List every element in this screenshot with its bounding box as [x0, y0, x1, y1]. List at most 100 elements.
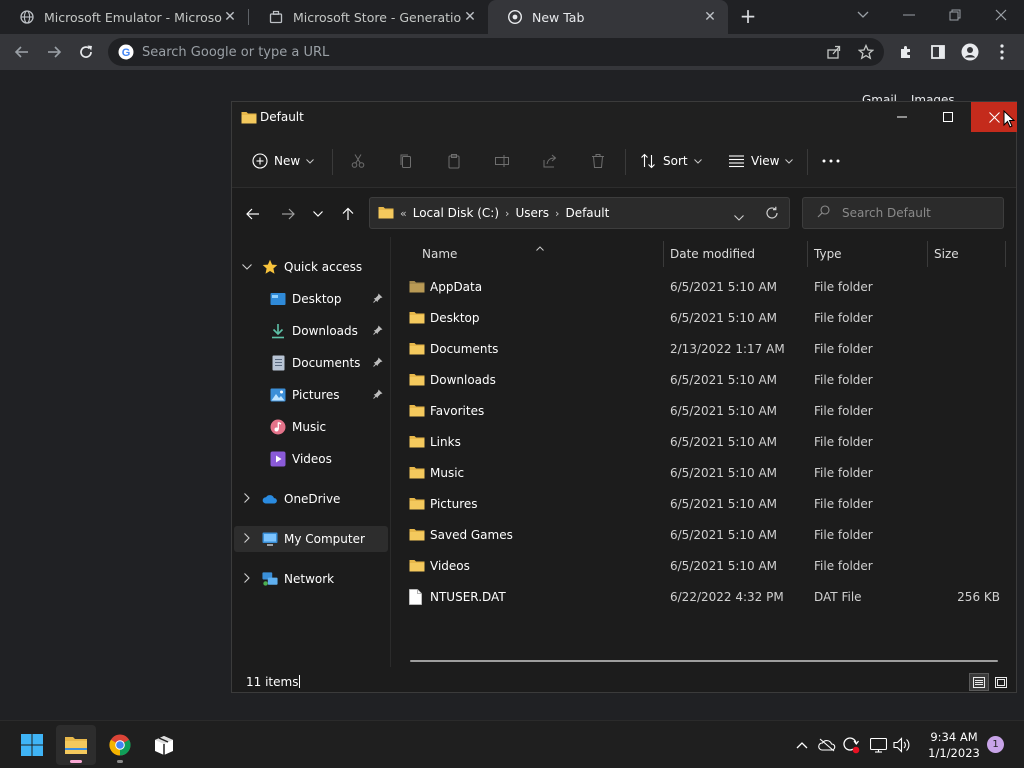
- nav-item-my-computer[interactable]: My Computer: [234, 526, 388, 552]
- taskbar-chrome[interactable]: [100, 725, 140, 765]
- pin-icon[interactable]: [373, 389, 383, 402]
- address-input[interactable]: [142, 44, 782, 60]
- column-divider[interactable]: [663, 241, 664, 267]
- share-icon[interactable]: [824, 42, 844, 62]
- nav-item-desktop[interactable]: Desktop: [232, 286, 390, 312]
- browser-tab-microsoft-emulator[interactable]: Microsoft Emulator - Microsoft St ✕: [0, 0, 248, 34]
- explorer-search-box[interactable]: [802, 197, 1004, 229]
- column-header-date-modified[interactable]: Date modified: [670, 237, 806, 271]
- side-panel-icon[interactable]: [924, 38, 952, 66]
- pin-icon[interactable]: [373, 293, 383, 306]
- reload-icon[interactable]: [72, 38, 100, 66]
- table-row[interactable]: Downloads 6/5/2021 5:10 AM File folder: [391, 365, 1017, 396]
- nav-item-music[interactable]: Music: [232, 414, 390, 440]
- close-window-icon[interactable]: [978, 0, 1024, 30]
- new-button[interactable]: New: [252, 147, 315, 175]
- expand-chevron-icon[interactable]: [241, 572, 253, 586]
- pin-icon[interactable]: [373, 357, 383, 370]
- restore-icon[interactable]: [932, 0, 978, 30]
- explorer-title-bar[interactable]: Default: [232, 102, 1017, 134]
- nav-item-network[interactable]: Network: [232, 566, 390, 592]
- address-history-chevron-icon[interactable]: [734, 210, 744, 224]
- nav-item-quick-access[interactable]: Quick access: [232, 254, 390, 280]
- refresh-icon[interactable]: [765, 206, 779, 223]
- up-arrow-icon[interactable]: [336, 203, 360, 225]
- breadcrumb-chevron-icon[interactable]: ›: [555, 207, 559, 220]
- omnibox[interactable]: G: [108, 38, 884, 66]
- breadcrumb-default[interactable]: Default: [565, 206, 609, 220]
- search-input[interactable]: [842, 206, 1002, 220]
- breadcrumb-users[interactable]: Users: [515, 206, 549, 220]
- minimize-icon[interactable]: [886, 0, 932, 30]
- column-divider[interactable]: [1005, 241, 1006, 267]
- more-options-icon[interactable]: [822, 147, 840, 175]
- forward-arrow-icon[interactable]: [40, 38, 68, 66]
- taskbar-file-explorer[interactable]: [56, 725, 96, 765]
- explorer-minimize-icon[interactable]: [879, 102, 925, 132]
- taskbar-package-app[interactable]: [144, 725, 184, 765]
- table-row[interactable]: AppData 6/5/2021 5:10 AM File folder: [391, 272, 1017, 303]
- column-header-type[interactable]: Type: [814, 237, 926, 271]
- onedrive-offline-icon[interactable]: [817, 735, 837, 755]
- close-tab-icon[interactable]: ✕: [702, 9, 718, 25]
- table-row[interactable]: Music 6/5/2021 5:10 AM File folder: [391, 458, 1017, 489]
- share-icon[interactable]: [539, 150, 561, 172]
- expand-chevron-icon[interactable]: [241, 492, 253, 506]
- sync-error-icon[interactable]: [841, 735, 861, 755]
- rename-icon[interactable]: [491, 150, 513, 172]
- copy-icon[interactable]: [395, 150, 417, 172]
- table-row[interactable]: Links 6/5/2021 5:10 AM File folder: [391, 427, 1017, 458]
- expand-chevron-icon[interactable]: [241, 532, 253, 546]
- taskbar-clock[interactable]: 9:34 AM 1/1/2023: [926, 729, 982, 761]
- profile-avatar-icon[interactable]: [956, 38, 984, 66]
- breadcrumb-chevron-icon[interactable]: ›: [505, 207, 509, 220]
- details-view-icon[interactable]: [969, 673, 989, 691]
- nav-item-pictures[interactable]: Pictures: [232, 382, 390, 408]
- close-tab-icon[interactable]: ✕: [222, 9, 238, 25]
- explorer-back-icon[interactable]: [241, 203, 265, 225]
- recent-locations-chevron-icon[interactable]: [306, 203, 330, 225]
- network-monitor-icon[interactable]: [868, 735, 888, 755]
- cut-icon[interactable]: [347, 150, 369, 172]
- table-row[interactable]: Desktop 6/5/2021 5:10 AM File folder: [391, 303, 1017, 334]
- view-button[interactable]: View: [728, 147, 794, 175]
- expand-chevron-icon[interactable]: [241, 262, 253, 273]
- close-tab-icon[interactable]: ✕: [462, 9, 478, 25]
- chrome-menu-icon[interactable]: [988, 38, 1016, 66]
- address-breadcrumb[interactable]: « Local Disk (C:) › Users › Default: [369, 197, 790, 229]
- table-row[interactable]: Favorites 6/5/2021 5:10 AM File folder: [391, 396, 1017, 427]
- breadcrumb-local-disk[interactable]: Local Disk (C:): [413, 206, 499, 220]
- horizontal-scrollbar[interactable]: [410, 660, 998, 662]
- delete-trash-icon[interactable]: [587, 150, 609, 172]
- table-row[interactable]: Videos 6/5/2021 5:10 AM File folder: [391, 551, 1017, 582]
- table-row[interactable]: Documents 2/13/2022 1:17 AM File folder: [391, 334, 1017, 365]
- nav-item-documents[interactable]: Documents: [232, 350, 390, 376]
- notification-badge[interactable]: 1: [987, 736, 1004, 753]
- nav-item-onedrive[interactable]: OneDrive: [232, 486, 390, 512]
- start-button[interactable]: [12, 725, 52, 765]
- column-header-name[interactable]: Name: [422, 237, 662, 271]
- pin-icon[interactable]: [373, 325, 383, 338]
- table-row[interactable]: Saved Games 6/5/2021 5:10 AM File folder: [391, 520, 1017, 551]
- show-hidden-icons-chevron-icon[interactable]: [792, 735, 812, 755]
- nav-item-videos[interactable]: Videos: [232, 446, 390, 472]
- column-divider[interactable]: [927, 241, 928, 267]
- explorer-maximize-icon[interactable]: [925, 102, 971, 132]
- table-row[interactable]: Pictures 6/5/2021 5:10 AM File folder: [391, 489, 1017, 520]
- overflow-chevrons[interactable]: «: [400, 207, 407, 220]
- browser-tab-microsoft-store[interactable]: Microsoft Store - Generation Proj ✕: [249, 0, 488, 34]
- paste-icon[interactable]: [443, 150, 465, 172]
- browser-tab-new-tab[interactable]: New Tab ✕: [488, 0, 728, 34]
- back-arrow-icon[interactable]: [8, 38, 36, 66]
- new-tab-button[interactable]: +: [737, 6, 759, 28]
- volume-icon[interactable]: [892, 735, 912, 755]
- table-row[interactable]: NTUSER.DAT 6/22/2022 4:32 PM DAT File 256 K…: [391, 582, 1017, 613]
- column-divider[interactable]: [807, 241, 808, 267]
- bookmark-star-icon[interactable]: [856, 42, 876, 62]
- extensions-icon[interactable]: [892, 38, 920, 66]
- nav-item-downloads[interactable]: Downloads: [232, 318, 390, 344]
- explorer-forward-icon[interactable]: [276, 203, 300, 225]
- tab-search-icon[interactable]: [840, 0, 886, 30]
- column-header-size[interactable]: Size: [934, 237, 1004, 271]
- large-icons-view-icon[interactable]: [991, 673, 1011, 691]
